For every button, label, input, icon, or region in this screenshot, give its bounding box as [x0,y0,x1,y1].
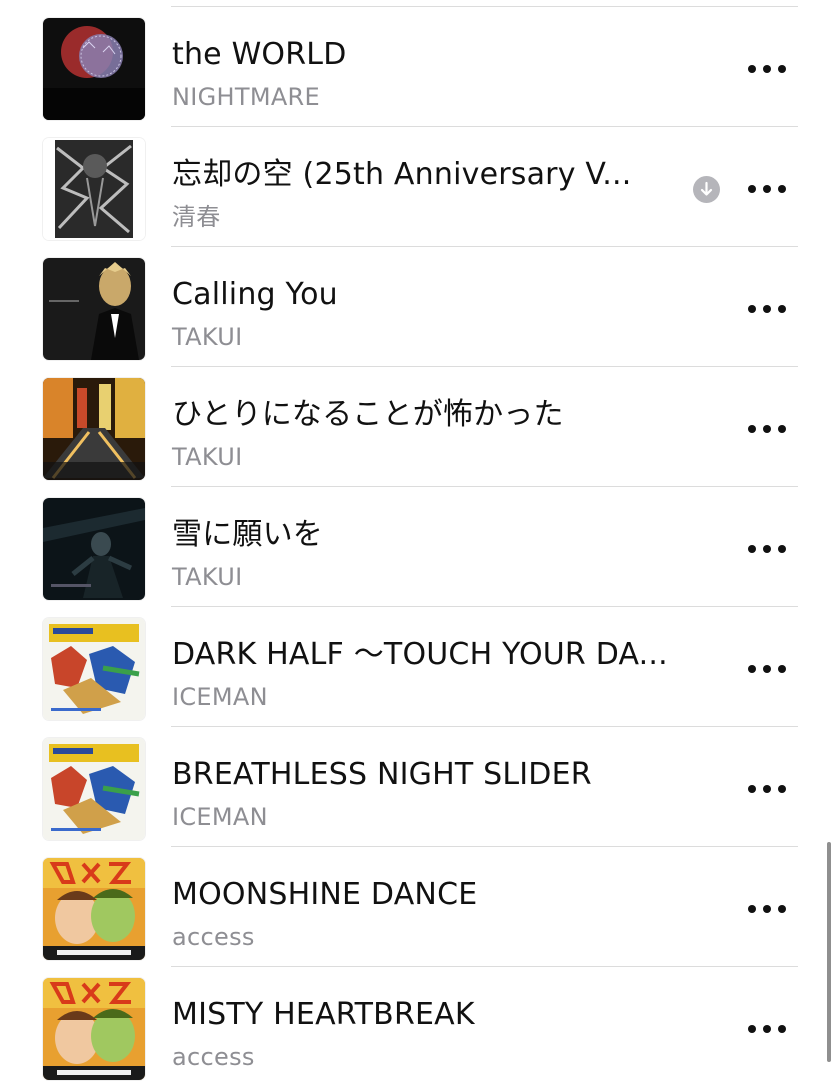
song-row[interactable]: 忘却の空 (25th Anniversary V... 清春 [0,127,840,247]
album-art [43,18,145,120]
song-row[interactable]: DARK HALF 〜TOUCH YOUR DA... ICEMAN [0,607,840,727]
album-art [43,978,145,1080]
song-title: BREATHLESS NIGHT SLIDER [172,757,592,792]
song-artist: ICEMAN [172,803,268,831]
more-icon[interactable] [748,57,786,81]
song-title: ひとりになることが怖かった [172,397,564,432]
song-artist: access [172,923,255,951]
song-artist: ICEMAN [172,683,268,711]
more-icon[interactable] [748,417,786,441]
song-title: 忘却の空 (25th Anniversary V... [172,157,632,192]
more-icon[interactable] [748,537,786,561]
song-title: MISTY HEARTBREAK [172,997,475,1032]
song-row[interactable]: MOONSHINE DANCE access [0,847,840,967]
song-title: the WORLD [172,37,347,72]
song-title: DARK HALF 〜TOUCH YOUR DA... [172,637,668,672]
download-icon[interactable] [693,176,720,203]
album-art [43,618,145,720]
more-icon[interactable] [748,777,786,801]
scrollbar[interactable] [827,842,831,1062]
song-title: MOONSHINE DANCE [172,877,478,912]
song-row[interactable]: ひとりになることが怖かった TAKUI [0,367,840,487]
more-icon[interactable] [748,897,786,921]
album-art [43,378,145,480]
song-row[interactable]: MISTY HEARTBREAK access [0,967,840,1087]
song-title: Calling You [172,277,338,312]
more-icon[interactable] [748,1017,786,1041]
more-icon[interactable] [748,657,786,681]
song-row[interactable]: 雪に願いを TAKUI [0,487,840,607]
song-artist: access [172,1043,255,1071]
more-icon[interactable] [748,297,786,321]
song-row[interactable]: BREATHLESS NIGHT SLIDER ICEMAN [0,727,840,847]
song-artist: TAKUI [172,563,243,591]
song-row[interactable]: the WORLD NIGHTMARE [0,7,840,127]
song-artist: NIGHTMARE [172,83,321,111]
album-art [43,738,145,840]
song-title: 雪に願いを [172,517,323,552]
album-art [43,138,145,240]
more-icon[interactable] [748,177,786,201]
album-art [43,498,145,600]
album-art [43,258,145,360]
song-artist: 清春 [172,203,221,231]
song-artist: TAKUI [172,443,243,471]
album-art [43,858,145,960]
song-artist: TAKUI [172,323,243,351]
song-row[interactable]: Calling You TAKUI [0,247,840,367]
